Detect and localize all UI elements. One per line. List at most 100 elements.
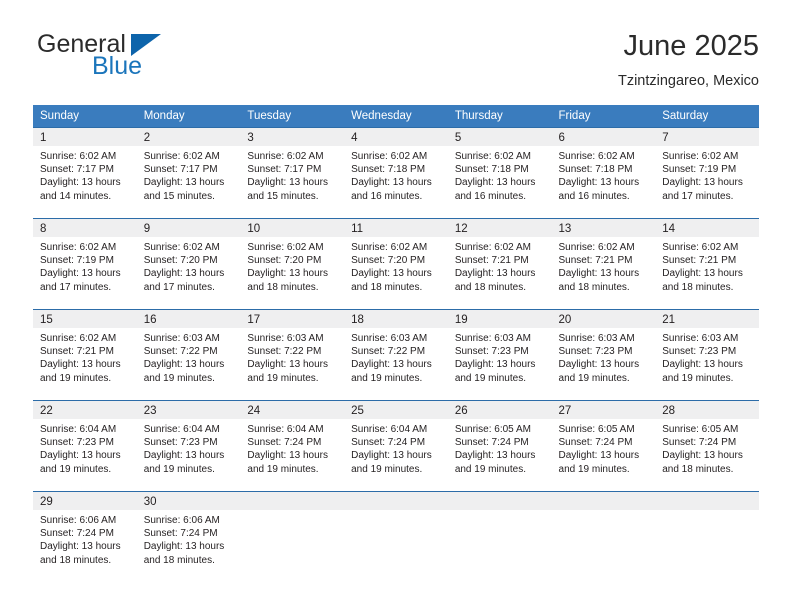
day-cell[interactable]: 12 Sunrise: 6:02 AM Sunset: 7:21 PM Dayligh… [447, 218, 552, 310]
day-cell[interactable]: 27 Sunrise: 6:05 AM Sunset: 7:24 PM Dayligh… [551, 400, 656, 492]
daylight-text-line2: and 18 minutes. [351, 281, 423, 293]
day-cell[interactable]: 28 Sunrise: 6:05 AM Sunset: 7:24 PM Dayligh… [655, 400, 759, 492]
column-header-sunday: Sunday [33, 105, 137, 128]
sunrise-text: Sunrise: 6:02 AM [558, 151, 635, 162]
day-details: Sunrise: 6:04 AM Sunset: 7:23 PM Daylight:… [137, 419, 241, 476]
day-details: Sunrise: 6:05 AM Sunset: 7:24 PM Daylight:… [655, 419, 759, 476]
day-number: 30 [136, 492, 241, 510]
day-cell[interactable]: 10 Sunrise: 6:02 AM Sunset: 7:20 PM Dayligh… [240, 218, 345, 310]
day-details: Sunrise: 6:06 AM Sunset: 7:24 PM Daylight:… [137, 510, 241, 567]
day-number: 22 [33, 401, 137, 419]
day-details: Sunrise: 6:03 AM Sunset: 7:22 PM Daylight:… [240, 328, 344, 385]
sunrise-text: Sunrise: 6:04 AM [351, 424, 428, 435]
day-details: Sunrise: 6:03 AM Sunset: 7:22 PM Daylight:… [344, 328, 448, 385]
day-cell[interactable]: 13 Sunrise: 6:02 AM Sunset: 7:21 PM Dayligh… [551, 218, 656, 310]
sunset-text: Sunset: 7:23 PM [143, 437, 218, 449]
day-cell[interactable]: 24 Sunrise: 6:04 AM Sunset: 7:24 PM Dayligh… [240, 400, 345, 492]
sunrise-text: Sunrise: 6:04 AM [247, 424, 324, 435]
column-header-wednesday: Wednesday [344, 105, 448, 128]
sunrise-text: Sunrise: 6:02 AM [662, 242, 739, 253]
day-number: 17 [240, 310, 345, 328]
day-cell[interactable]: 30 Sunrise: 6:06 AM Sunset: 7:24 PM Dayligh… [136, 491, 241, 582]
day-details: Sunrise: 6:02 AM Sunset: 7:21 PM Daylight:… [552, 237, 656, 294]
day-details: Sunrise: 6:04 AM Sunset: 7:23 PM Daylight:… [33, 419, 137, 476]
day-cell[interactable]: 11 Sunrise: 6:02 AM Sunset: 7:20 PM Dayligh… [344, 218, 448, 310]
week-row: 1 Sunrise: 6:02 AM Sunset: 7:17 PM Daylight… [33, 127, 759, 219]
sunset-text: Sunset: 7:19 PM [40, 255, 114, 267]
sunset-text: Sunset: 7:23 PM [662, 346, 737, 358]
day-cell[interactable]: 1 Sunrise: 6:02 AM Sunset: 7:17 PM Daylight… [33, 127, 137, 219]
day-cell[interactable]: 7 Sunrise: 6:02 AM Sunset: 7:19 PM Daylight… [655, 127, 759, 219]
daylight-text-line2: and 19 minutes. [247, 372, 319, 384]
day-cell[interactable]: 5 Sunrise: 6:02 AM Sunset: 7:18 PM Daylight… [447, 127, 552, 219]
daylight-text-line1: Daylight: 13 hours [40, 177, 121, 189]
daylight-text-line1: Daylight: 13 hours [247, 359, 329, 371]
daylight-text-line1: Daylight: 13 hours [143, 450, 225, 462]
daylight-text-line1: Daylight: 13 hours [558, 450, 640, 462]
daylight-text-line1: Daylight: 13 hours [143, 541, 225, 553]
sunrise-text: Sunrise: 6:02 AM [351, 151, 428, 162]
daylight-text-line2: and 18 minutes. [558, 281, 630, 293]
sunrise-text: Sunrise: 6:02 AM [351, 242, 428, 253]
day-cell-empty [447, 491, 552, 582]
general-blue-logo[interactable]: General Blue [33, 30, 263, 92]
day-cell[interactable]: 17 Sunrise: 6:03 AM Sunset: 7:22 PM Dayligh… [240, 309, 345, 401]
day-cell[interactable]: 19 Sunrise: 6:03 AM Sunset: 7:23 PM Dayligh… [447, 309, 552, 401]
day-cell[interactable]: 18 Sunrise: 6:03 AM Sunset: 7:22 PM Dayligh… [344, 309, 448, 401]
day-number: 8 [33, 219, 137, 237]
day-cell[interactable]: 21 Sunrise: 6:03 AM Sunset: 7:23 PM Dayligh… [655, 309, 759, 401]
daylight-text-line2: and 18 minutes. [662, 463, 734, 475]
daylight-text-line2: and 16 minutes. [558, 190, 630, 202]
column-header-saturday: Saturday [655, 105, 759, 128]
sunset-text: Sunset: 7:18 PM [351, 164, 426, 176]
daylight-text-line2: and 17 minutes. [40, 281, 112, 293]
sunrise-text: Sunrise: 6:02 AM [40, 242, 117, 253]
day-cell[interactable]: 16 Sunrise: 6:03 AM Sunset: 7:22 PM Dayligh… [136, 309, 241, 401]
day-cell[interactable]: 2 Sunrise: 6:02 AM Sunset: 7:17 PM Daylight… [136, 127, 241, 219]
day-number: 19 [447, 310, 552, 328]
sunrise-text: Sunrise: 6:03 AM [454, 333, 531, 344]
day-cell[interactable]: 8 Sunrise: 6:02 AM Sunset: 7:19 PM Daylight… [33, 218, 137, 310]
day-details: Sunrise: 6:02 AM Sunset: 7:20 PM Daylight:… [344, 237, 448, 294]
day-cell[interactable]: 29 Sunrise: 6:06 AM Sunset: 7:24 PM Dayligh… [33, 491, 137, 582]
day-number: 6 [551, 128, 656, 146]
daylight-text-line1: Daylight: 13 hours [351, 268, 432, 280]
day-details: Sunrise: 6:03 AM Sunset: 7:23 PM Daylight:… [448, 328, 552, 385]
daylight-text-line1: Daylight: 13 hours [662, 268, 743, 280]
sunrise-text: Sunrise: 6:03 AM [662, 333, 739, 344]
day-cell[interactable]: 4 Sunrise: 6:02 AM Sunset: 7:18 PM Daylight… [344, 127, 448, 219]
day-cell[interactable]: 9 Sunrise: 6:02 AM Sunset: 7:20 PM Daylight… [136, 218, 241, 310]
day-cell[interactable]: 15 Sunrise: 6:02 AM Sunset: 7:21 PM Dayligh… [33, 309, 137, 401]
column-header-friday: Friday [551, 105, 656, 128]
daylight-text-line1: Daylight: 13 hours [143, 359, 225, 371]
day-cell[interactable]: 26 Sunrise: 6:05 AM Sunset: 7:24 PM Dayligh… [447, 400, 552, 492]
sunset-text: Sunset: 7:24 PM [40, 528, 114, 540]
day-cell[interactable]: 3 Sunrise: 6:02 AM Sunset: 7:17 PM Daylight… [240, 127, 345, 219]
daylight-text-line2: and 19 minutes. [558, 372, 630, 384]
daylight-text-line2: and 15 minutes. [143, 190, 215, 202]
daylight-text-line1: Daylight: 13 hours [247, 268, 329, 280]
day-number: 26 [447, 401, 552, 419]
day-cell[interactable]: 25 Sunrise: 6:04 AM Sunset: 7:24 PM Dayligh… [344, 400, 448, 492]
daylight-text-line2: and 15 minutes. [247, 190, 319, 202]
daylight-text-line2: and 14 minutes. [40, 190, 112, 202]
day-details [655, 510, 759, 514]
day-number: 18 [344, 310, 448, 328]
daylight-text-line2: and 19 minutes. [40, 463, 112, 475]
day-cell[interactable]: 23 Sunrise: 6:04 AM Sunset: 7:23 PM Dayligh… [136, 400, 241, 492]
day-cell[interactable]: 22 Sunrise: 6:04 AM Sunset: 7:23 PM Dayligh… [33, 400, 137, 492]
day-number: 5 [447, 128, 552, 146]
day-cell[interactable]: 20 Sunrise: 6:03 AM Sunset: 7:23 PM Dayligh… [551, 309, 656, 401]
day-number: 2 [136, 128, 241, 146]
sunset-text: Sunset: 7:18 PM [454, 164, 529, 176]
day-number [344, 492, 448, 510]
day-number: 11 [344, 219, 448, 237]
day-cell[interactable]: 6 Sunrise: 6:02 AM Sunset: 7:18 PM Daylight… [551, 127, 656, 219]
daylight-text-line1: Daylight: 13 hours [351, 450, 432, 462]
day-cell[interactable]: 14 Sunrise: 6:02 AM Sunset: 7:21 PM Dayligh… [655, 218, 759, 310]
sunset-text: Sunset: 7:23 PM [454, 346, 529, 358]
daylight-text-line2: and 19 minutes. [454, 372, 526, 384]
sunset-text: Sunset: 7:20 PM [351, 255, 426, 267]
day-number: 24 [240, 401, 345, 419]
sunrise-text: Sunrise: 6:05 AM [454, 424, 531, 435]
